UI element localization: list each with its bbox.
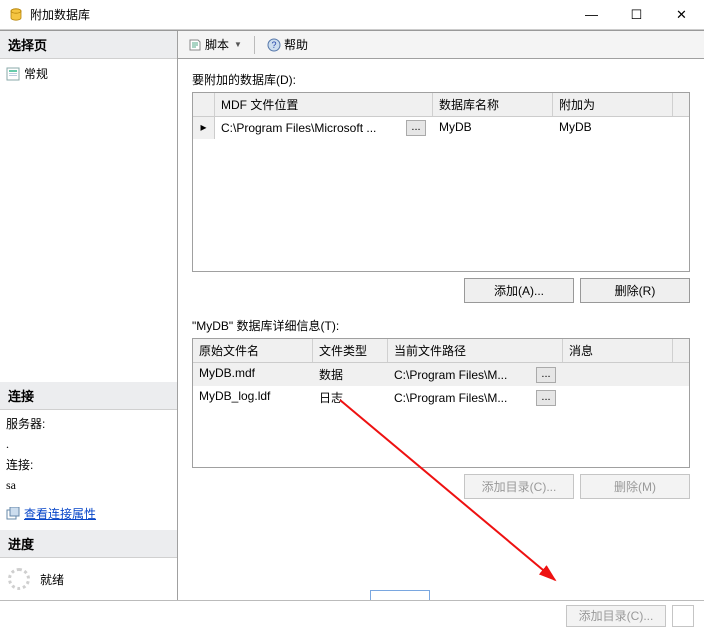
cell-filetype: 数据 [313,363,388,386]
page-general-label: 常规 [24,65,48,82]
chevron-down-icon: ▼ [234,40,242,49]
view-connection-properties-link[interactable]: 查看连接属性 [24,504,96,524]
col-attach-as[interactable]: 附加为 [553,93,673,116]
col-original-filename[interactable]: 原始文件名 [193,339,313,362]
server-value: . [6,434,171,454]
add-button[interactable]: 添加(A)... [464,278,574,303]
db-details-label: "MyDB" 数据库详细信息(T): [192,317,690,334]
cell-attach-as: MyDB [553,117,673,139]
server-label: 服务器: [6,414,171,434]
script-button[interactable]: 脚本 ▼ [184,34,246,55]
row-indicator-icon: ▸ [193,117,215,139]
col-message[interactable]: 消息 [563,339,673,362]
databases-to-attach-label: 要附加的数据库(D): [192,71,690,88]
connection-props-icon [6,507,20,521]
select-page-head: 选择页 [0,31,177,59]
browse-button[interactable]: ... [536,390,556,406]
cell-mdf-path: C:\Program Files\Microsoft ... [221,121,402,135]
browse-button[interactable]: ... [406,120,426,136]
remove-button[interactable]: 删除(R) [580,278,690,303]
col-db-name[interactable]: 数据库名称 [433,93,553,116]
cell-path: C:\Program Files\M... [394,368,532,382]
page-general[interactable]: 常规 [6,63,171,84]
progress-spinner-icon [8,568,30,590]
help-icon: ? [267,38,281,52]
progress-head: 进度 [0,530,177,558]
browse-button[interactable]: ... [536,367,556,383]
footer-add-directory-button: 添加目录(C)... [566,605,666,627]
minimize-button[interactable]: — [569,0,614,29]
right-panel: 脚本 ▼ ? 帮助 要附加的数据库(D): MDF 文件位置 数据库名称 附加为… [178,31,704,600]
databases-grid[interactable]: MDF 文件位置 数据库名称 附加为 ▸ C:\Program Files\Mi… [192,92,690,272]
col-current-path[interactable]: 当前文件路径 [388,339,563,362]
titlebar: 附加数据库 — ☐ ✕ [0,0,704,30]
connection-head: 连接 [0,382,177,410]
script-icon [188,38,202,52]
maximize-button[interactable]: ☐ [614,0,659,29]
cell-filename: MyDB_log.ldf [193,386,313,409]
cell-db-name: MyDB [433,117,553,139]
conn-value: sa [6,475,171,495]
cell-filename: MyDB.mdf [193,363,313,386]
dialog-footer: 添加目录(C)... [0,600,704,630]
footer-square-button [672,605,694,627]
progress-status: 就绪 [40,571,64,588]
col-file-type[interactable]: 文件类型 [313,339,388,362]
table-row[interactable]: MyDB_log.ldf 日志 C:\Program Files\M... ..… [193,386,689,409]
left-panel: 选择页 常规 连接 服务器: . 连接: sa 查看连接属性 进度 就绪 [0,31,178,600]
svg-text:?: ? [271,40,276,50]
help-button[interactable]: ? 帮助 [263,34,312,55]
add-directory-button: 添加目录(C)... [464,474,574,499]
conn-label: 连接: [6,455,171,475]
table-row[interactable]: ▸ C:\Program Files\Microsoft ... ... MyD… [193,117,689,139]
close-button[interactable]: ✕ [659,0,704,29]
page-icon [6,67,20,81]
remove-file-button: 删除(M) [580,474,690,499]
toolbar: 脚本 ▼ ? 帮助 [178,31,704,59]
cell-filetype: 日志 [313,386,388,409]
window-title: 附加数据库 [30,6,569,23]
table-row[interactable]: MyDB.mdf 数据 C:\Program Files\M... ... [193,363,689,386]
cell-path: C:\Program Files\M... [394,391,532,405]
details-grid[interactable]: 原始文件名 文件类型 当前文件路径 消息 MyDB.mdf 数据 C:\Prog… [192,338,690,468]
col-mdf-location[interactable]: MDF 文件位置 [215,93,433,116]
focus-indicator [370,590,430,600]
database-icon [8,7,24,23]
